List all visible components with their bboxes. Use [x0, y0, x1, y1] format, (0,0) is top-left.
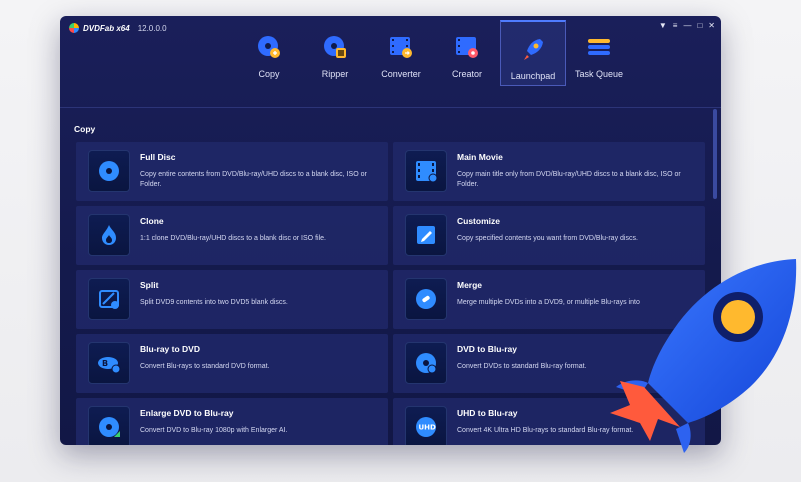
maximize-icon[interactable]: □: [697, 22, 702, 30]
card-split[interactable]: Split Split DVD9 contents into two DVD5 …: [76, 270, 388, 329]
card-title: UHD to Blu-ray: [457, 408, 518, 418]
film-creator-icon: [456, 37, 478, 58]
card-title: Blu-ray to DVD: [140, 344, 200, 354]
nav-creator-label: Creator: [451, 69, 482, 79]
card-description: Copy main title only from DVD/Blu-ray/UH…: [457, 171, 681, 188]
close-icon[interactable]: ✕: [708, 22, 715, 30]
nav-copy-label: Copy: [258, 69, 280, 79]
card-title: Customize: [457, 216, 500, 226]
card-description: 1:1 clone DVD/Blu-ray/UHD discs to a bla…: [140, 235, 326, 242]
nav-divider: [60, 107, 721, 108]
menu-icon[interactable]: ≡: [673, 22, 678, 30]
nav-ripper[interactable]: Ripper: [302, 20, 368, 86]
nav-copy[interactable]: Copy: [236, 20, 302, 86]
nav-task-queue[interactable]: Task Queue: [566, 20, 632, 86]
app-brand: DVDFab x64: [83, 23, 130, 33]
bluray-icon: B: [88, 342, 130, 384]
minimize-icon[interactable]: —: [683, 22, 691, 30]
dvdfab-logo-icon: [69, 23, 79, 33]
nav-creator[interactable]: Creator: [434, 20, 500, 86]
card-title: Split: [140, 280, 159, 290]
card-main-movie[interactable]: Main Movie Copy main title only from DVD…: [393, 142, 705, 201]
rocket-icon: [524, 39, 543, 60]
card-description: Copy entire contents from DVD/Blu-ray/UH…: [140, 171, 367, 188]
card-clone[interactable]: Clone 1:1 clone DVD/Blu-ray/UHD discs to…: [76, 206, 388, 265]
card-full-disc[interactable]: Full Disc Copy entire contents from DVD/…: [76, 142, 388, 201]
section-title: Copy: [74, 124, 96, 134]
nav-converter[interactable]: Converter: [368, 20, 434, 86]
card-title: DVD to Blu-ray: [457, 344, 517, 354]
flame-icon: [88, 214, 130, 256]
window-controls: ▼ ≡ — □ ✕: [659, 22, 715, 30]
nav-launchpad-label: Launchpad: [510, 71, 556, 81]
enlarge-disc-icon: [88, 406, 130, 445]
film-converter-icon: [390, 37, 412, 58]
dropdown-icon[interactable]: ▼: [659, 22, 667, 30]
edit-icon: [405, 214, 447, 256]
disc-copy-icon: [258, 36, 280, 58]
card-title: Clone: [140, 216, 164, 226]
app-version: 12.0.0.0: [137, 23, 167, 33]
card-description: Convert DVD to Blu-ray 1080p with Enlarg…: [140, 427, 288, 434]
film-icon: [405, 150, 447, 192]
uhd-icon: UHD: [405, 406, 447, 445]
card-bluray-to-dvd[interactable]: B Blu-ray to DVD Convert Blu-rays to sta…: [76, 334, 388, 393]
nav-ripper-label: Ripper: [321, 69, 349, 79]
app-logo: DVDFab x64 12.0.0.0: [69, 23, 167, 33]
card-description: Split DVD9 contents into two DVD5 blank …: [140, 299, 288, 306]
card-title: Full Disc: [140, 152, 176, 162]
dvd-disc-icon: [405, 342, 447, 384]
scrollbar[interactable]: [713, 109, 717, 199]
nav-task-queue-label: Task Queue: [574, 69, 624, 79]
disc-ripper-icon: [324, 36, 346, 58]
card-title: Merge: [457, 280, 483, 290]
svg-text:UHD: UHD: [419, 424, 437, 432]
split-icon: [88, 278, 130, 320]
card-title: Main Movie: [457, 152, 503, 162]
card-description: Copy specified contents you want from DV…: [457, 235, 638, 242]
nav-converter-label: Converter: [381, 69, 421, 79]
main-nav: Copy Ripper Converter Creator Launchpad …: [236, 20, 632, 104]
rocket-illustration-icon: [610, 259, 797, 453]
nav-launchpad[interactable]: Launchpad: [500, 20, 566, 86]
card-description: Convert Blu-rays to standard DVD format.: [140, 363, 270, 370]
merge-icon: [405, 278, 447, 320]
disc-icon: [88, 150, 130, 192]
card-enlarge-dvd-to-bluray[interactable]: Enlarge DVD to Blu-ray Convert DVD to Bl…: [76, 398, 388, 445]
task-queue-icon: [588, 39, 610, 55]
card-title: Enlarge DVD to Blu-ray: [140, 408, 234, 418]
svg-text:B: B: [102, 359, 108, 368]
